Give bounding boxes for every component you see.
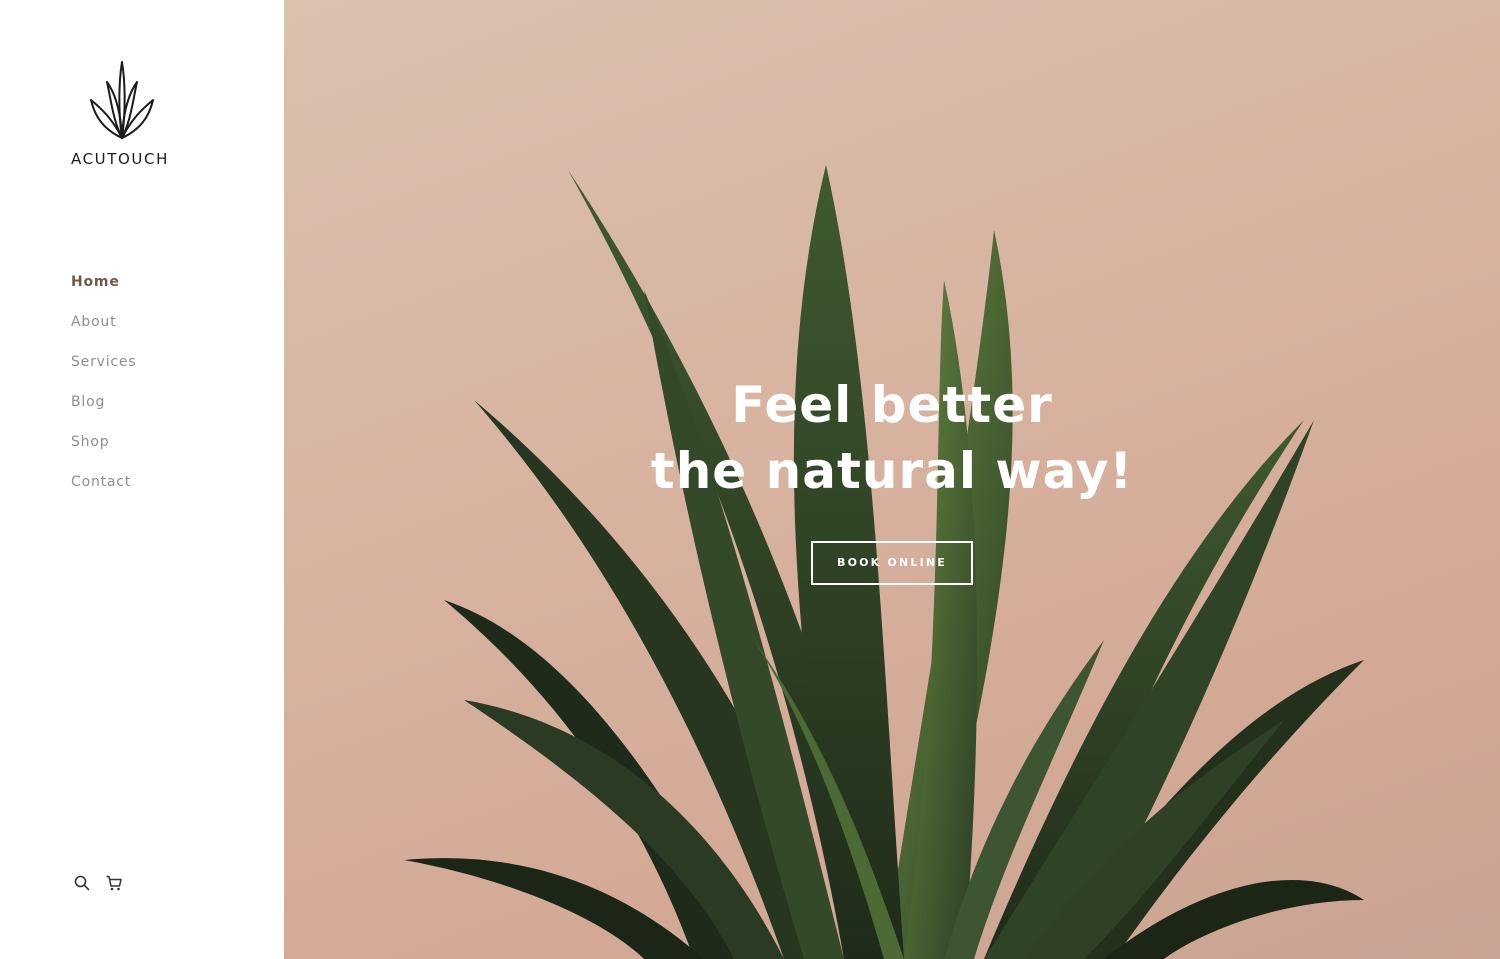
- sidebar: ACUTOUCH Home About Services Blog Shop C…: [0, 0, 284, 959]
- hero-headline-line1: Feel better: [731, 376, 1053, 434]
- agave-leaves-icon: [90, 61, 154, 139]
- search-icon[interactable]: [73, 874, 91, 892]
- cart-icon[interactable]: [105, 874, 123, 892]
- nav-item-about[interactable]: About: [71, 312, 136, 352]
- utility-icons: [73, 874, 123, 892]
- hero-headline-line2: the natural way!: [650, 442, 1134, 500]
- nav-item-home[interactable]: Home: [71, 272, 136, 312]
- brand-logo[interactable]: ACUTOUCH: [71, 60, 191, 170]
- hero-banner: Feel better the natural way! BOOK ONLINE: [284, 0, 1500, 959]
- nav-item-services[interactable]: Services: [71, 352, 136, 392]
- nav-item-contact[interactable]: Contact: [71, 472, 136, 512]
- hero-headline: Feel better the natural way!: [284, 372, 1500, 504]
- brand-name: ACUTOUCH: [71, 150, 169, 168]
- main-nav: Home About Services Blog Shop Contact: [71, 272, 136, 512]
- nav-item-blog[interactable]: Blog: [71, 392, 136, 432]
- book-online-button[interactable]: BOOK ONLINE: [811, 541, 973, 585]
- nav-item-shop[interactable]: Shop: [71, 432, 136, 472]
